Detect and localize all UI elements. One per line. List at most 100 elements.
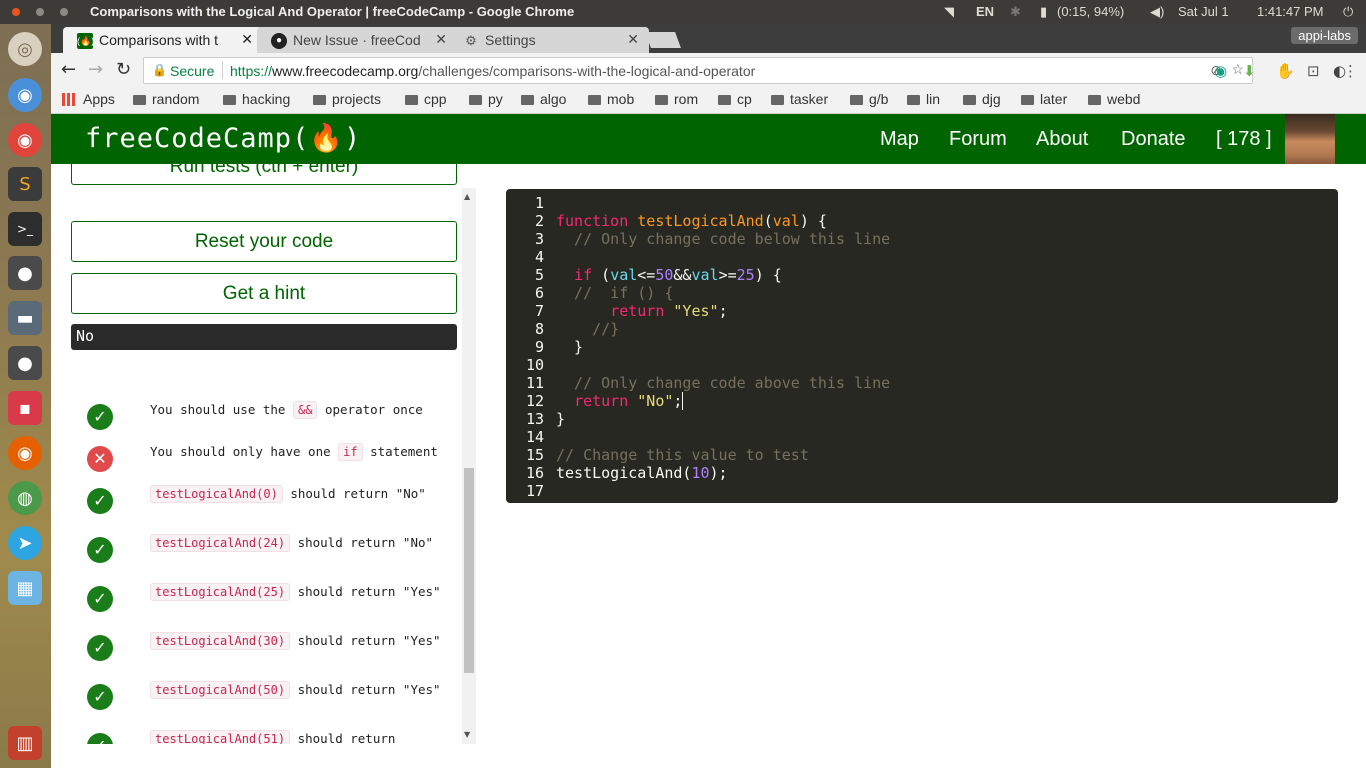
github-icon: ● <box>271 33 287 49</box>
close-tab-icon[interactable]: ✕ <box>241 31 253 48</box>
files-icon[interactable]: ▬ <box>8 301 42 335</box>
url-host: www.freecodecamp.org <box>272 63 419 79</box>
bookmark-folder[interactable]: py <box>469 91 503 107</box>
chromium-icon[interactable]: ◉ <box>8 78 42 112</box>
user-avatar[interactable] <box>1285 114 1335 164</box>
line-number: 7 <box>534 302 544 320</box>
scroll-down-icon[interactable]: ▼ <box>464 730 470 739</box>
url-text: https://www.freecodecamp.org/challenges/… <box>230 63 755 79</box>
text-cursor <box>682 392 684 410</box>
fcc-logo[interactable]: freeCodeCamp(🔥) <box>85 122 361 154</box>
url-scheme: https:// <box>230 63 273 79</box>
power-icon[interactable]: ⏻ <box>1343 4 1353 20</box>
instructions-scrollbar[interactable]: ▲ ▼ <box>462 188 476 744</box>
minimize-window-button[interactable] <box>36 8 44 16</box>
test-code: testLogicalAnd(25) <box>150 583 291 601</box>
test-text-pre: You should use the <box>150 402 293 417</box>
bookmark-folder[interactable]: g/b <box>850 91 888 107</box>
get-hint-button[interactable]: Get a hint <box>71 273 457 314</box>
globe-icon[interactable]: ◍ <box>8 481 42 515</box>
points-counter[interactable]: [ 178 ] <box>1216 128 1272 151</box>
trash-icon[interactable]: ▥ <box>8 726 42 760</box>
folder-icon <box>133 95 146 105</box>
tab-label: New Issue · freeCod <box>293 32 421 48</box>
system-date[interactable]: Sat Jul 1 <box>1178 4 1229 19</box>
bookmark-folder[interactable]: tasker <box>771 91 828 107</box>
nav-forum-link[interactable]: Forum <box>949 128 1007 151</box>
chrome-menu-icon[interactable]: ⋮ <box>1343 62 1358 80</box>
fcc-navbar: freeCodeCamp(🔥) Map Forum About Donate [… <box>51 114 1366 164</box>
bookmark-label: mob <box>607 91 635 107</box>
test-text-post: should return "Yes" <box>290 584 441 599</box>
code-editor[interactable]: 1 2 function testLogicalAnd(val) { 3 // O… <box>506 189 1338 503</box>
bookmark-folder[interactable]: mob <box>588 91 634 107</box>
bookmark-folder[interactable]: later <box>1021 91 1067 107</box>
close-tab-icon[interactable]: ✕ <box>627 31 639 48</box>
bookmark-folder[interactable]: projects <box>313 91 381 107</box>
maximize-window-button[interactable] <box>60 8 68 16</box>
nav-donate-link[interactable]: Donate <box>1121 128 1186 151</box>
tab-github-new-issue[interactable]: ● New Issue · freeCod ✕ <box>257 27 457 53</box>
bookmark-folder[interactable]: cp <box>718 91 752 107</box>
battery-icon[interactable]: ▮ <box>1040 4 1047 20</box>
instructions-pane[interactable]: Run tests (ctrl + enter) Reset your code… <box>51 164 475 744</box>
extension-icon-2[interactable]: ✋ <box>1276 62 1295 80</box>
reset-code-button[interactable]: Reset your code <box>71 221 457 262</box>
close-tab-icon[interactable]: ✕ <box>435 31 447 48</box>
bookmark-folder[interactable]: algo <box>521 91 566 107</box>
scroll-up-icon[interactable]: ▲ <box>464 192 470 201</box>
forward-arrow-icon[interactable]: → <box>88 59 103 80</box>
bookmark-folder[interactable]: djg <box>963 91 1001 107</box>
line-content: //} <box>556 320 620 338</box>
system-clock[interactable]: 1:41:47 PM <box>1257 4 1324 19</box>
firefox-icon[interactable]: ◉ <box>8 436 42 470</box>
line-number: 17 <box>525 482 544 500</box>
bookmark-label: g/b <box>869 91 889 107</box>
ubuntu-dash-icon[interactable]: ◎ <box>8 32 42 66</box>
terminal-icon[interactable]: >_ <box>8 212 42 246</box>
tab-fcc-challenge[interactable]: (🔥) Comparisons with t ✕ <box>63 27 263 53</box>
close-window-button[interactable] <box>12 8 20 16</box>
extension-icon[interactable]: ◉ <box>1214 62 1227 80</box>
address-bar[interactable]: 🔒 Secure https://www.freecodecamp.org/ch… <box>143 57 1253 84</box>
line-content: } <box>556 338 584 356</box>
bookmark-folder[interactable]: webd <box>1088 91 1140 107</box>
nav-about-link[interactable]: About <box>1036 128 1088 151</box>
sublime-text-icon[interactable]: S <box>8 167 42 201</box>
battery-status[interactable]: (0:15, 94%) <box>1057 4 1124 19</box>
webcam-icon[interactable]: ● <box>8 256 42 290</box>
line-number: 4 <box>534 248 544 266</box>
bookmark-folder[interactable]: hacking <box>223 91 290 107</box>
extension-icon-3[interactable]: ⊡ <box>1307 62 1320 80</box>
reload-icon[interactable]: ↻ <box>116 59 131 80</box>
webcam-icon-2[interactable]: ● <box>8 346 42 380</box>
wifi-icon[interactable]: ◥ <box>944 4 954 20</box>
gear-icon: ⚙ <box>465 33 477 48</box>
download-extension-icon[interactable]: ⬇ <box>1243 62 1256 80</box>
bookmark-label: random <box>152 91 200 107</box>
bookmark-apps[interactable]: Apps <box>62 91 115 107</box>
tab-settings[interactable]: ⚙ Settings ✕ <box>449 27 649 53</box>
profile-button[interactable]: appi-labs <box>1291 27 1358 44</box>
bookmark-label: hacking <box>242 91 291 107</box>
scrollbar-thumb[interactable] <box>464 468 474 673</box>
bluetooth-icon[interactable]: ✱ <box>1010 4 1021 20</box>
bookmark-folder[interactable]: random <box>133 91 199 107</box>
line-content: // Change this value to test <box>556 446 809 464</box>
bookmark-folder[interactable]: rom <box>655 91 698 107</box>
app-icon-red[interactable]: ▪ <box>8 391 42 425</box>
nav-map-link[interactable]: Map <box>880 128 919 151</box>
chrome-icon[interactable]: ◉ <box>8 123 42 157</box>
bookmark-folder[interactable]: lin <box>907 91 940 107</box>
run-tests-button[interactable]: Run tests (ctrl + enter) <box>71 164 457 185</box>
test-text: testLogicalAnd(50) should return "Yes" <box>150 679 470 701</box>
telegram-icon[interactable]: ➤ <box>8 526 42 560</box>
keyboard-layout-indicator[interactable]: EN <box>976 4 994 19</box>
back-arrow-icon[interactable]: ← <box>61 59 76 80</box>
bookmark-folder[interactable]: cpp <box>405 91 447 107</box>
workspace-switcher-icon[interactable]: ▦ <box>8 571 42 605</box>
new-tab-button[interactable] <box>645 32 681 48</box>
volume-icon[interactable]: ◀) <box>1150 4 1164 20</box>
fcc-favicon-icon: (🔥) <box>77 33 94 49</box>
test-text-post: should return "Yes" <box>290 633 441 648</box>
